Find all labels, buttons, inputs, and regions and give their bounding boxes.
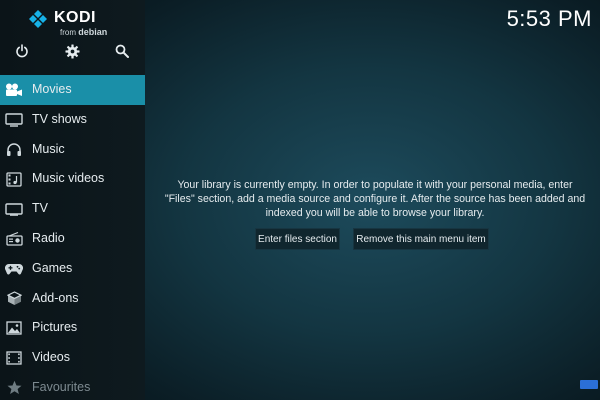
menu-item-movies[interactable]: Movies bbox=[0, 75, 145, 105]
menu-item-tv[interactable]: TV bbox=[0, 194, 145, 224]
menu-item-music[interactable]: Music bbox=[0, 135, 145, 165]
picture-icon bbox=[5, 320, 23, 336]
empty-library-message: Your library is currently empty. In orde… bbox=[150, 178, 600, 220]
music-video-icon bbox=[5, 171, 23, 187]
menu-item-label: Radio bbox=[32, 230, 65, 245]
monitor-icon bbox=[5, 112, 23, 128]
menu-item-label: Games bbox=[32, 260, 73, 275]
box-icon bbox=[5, 291, 23, 307]
menu-item-pictures[interactable]: Pictures bbox=[0, 313, 145, 343]
menu-item-label: Music videos bbox=[32, 171, 105, 186]
sidebar: KODI from debian Movies TV shows Music M… bbox=[0, 0, 145, 400]
menu-item-label: TV shows bbox=[32, 111, 87, 126]
menu-item-videos[interactable]: Videos bbox=[0, 343, 145, 373]
menu-item-label: Favourites bbox=[32, 379, 91, 394]
menu-item-label: Music bbox=[32, 141, 65, 156]
menu-item-games[interactable]: Games bbox=[0, 254, 145, 284]
enter-files-section-button[interactable]: Enter files section bbox=[255, 228, 340, 250]
menu-item-favourites[interactable]: Favourites bbox=[0, 373, 145, 400]
kodi-logo: KODI from debian bbox=[28, 9, 138, 37]
menu-item-label: Videos bbox=[32, 350, 70, 365]
menu-item-label: TV bbox=[32, 201, 48, 216]
message-line: "Files" section, add a media source and … bbox=[164, 193, 586, 205]
menu-item-radio[interactable]: Radio bbox=[0, 224, 145, 254]
main-menu: Movies TV shows Music Music videos TV Ra… bbox=[0, 75, 145, 400]
film-icon bbox=[5, 350, 23, 366]
logo-subtitle: from debian bbox=[60, 27, 108, 37]
search-icon[interactable] bbox=[111, 40, 133, 62]
message-line: indexed you will be able to browse your … bbox=[265, 207, 485, 219]
menu-item-music-videos[interactable]: Music videos bbox=[0, 164, 145, 194]
top-icons bbox=[0, 40, 145, 62]
star-icon bbox=[5, 380, 23, 396]
gear-icon[interactable] bbox=[61, 40, 83, 62]
movie-camera-icon bbox=[5, 82, 23, 98]
menu-item-add-ons[interactable]: Add-ons bbox=[0, 284, 145, 314]
remove-menu-item-button[interactable]: Remove this main menu item bbox=[353, 228, 489, 250]
clock: 5:53 PM bbox=[506, 6, 592, 31]
menu-item-label: Pictures bbox=[32, 320, 78, 335]
corner-badge bbox=[580, 380, 598, 389]
menu-item-label: Movies bbox=[32, 82, 72, 96]
tv-icon bbox=[5, 201, 23, 217]
gamepad-icon bbox=[5, 261, 23, 277]
kodi-logo-icon bbox=[29, 10, 47, 28]
menu-item-label: Add-ons bbox=[32, 290, 79, 305]
message-line: Your library is currently empty. In orde… bbox=[177, 179, 573, 191]
power-icon[interactable] bbox=[11, 40, 33, 62]
headphones-icon bbox=[5, 142, 23, 158]
logo-text: KODI bbox=[54, 9, 96, 26]
radio-icon bbox=[5, 231, 23, 247]
menu-item-tv-shows[interactable]: TV shows bbox=[0, 105, 145, 135]
